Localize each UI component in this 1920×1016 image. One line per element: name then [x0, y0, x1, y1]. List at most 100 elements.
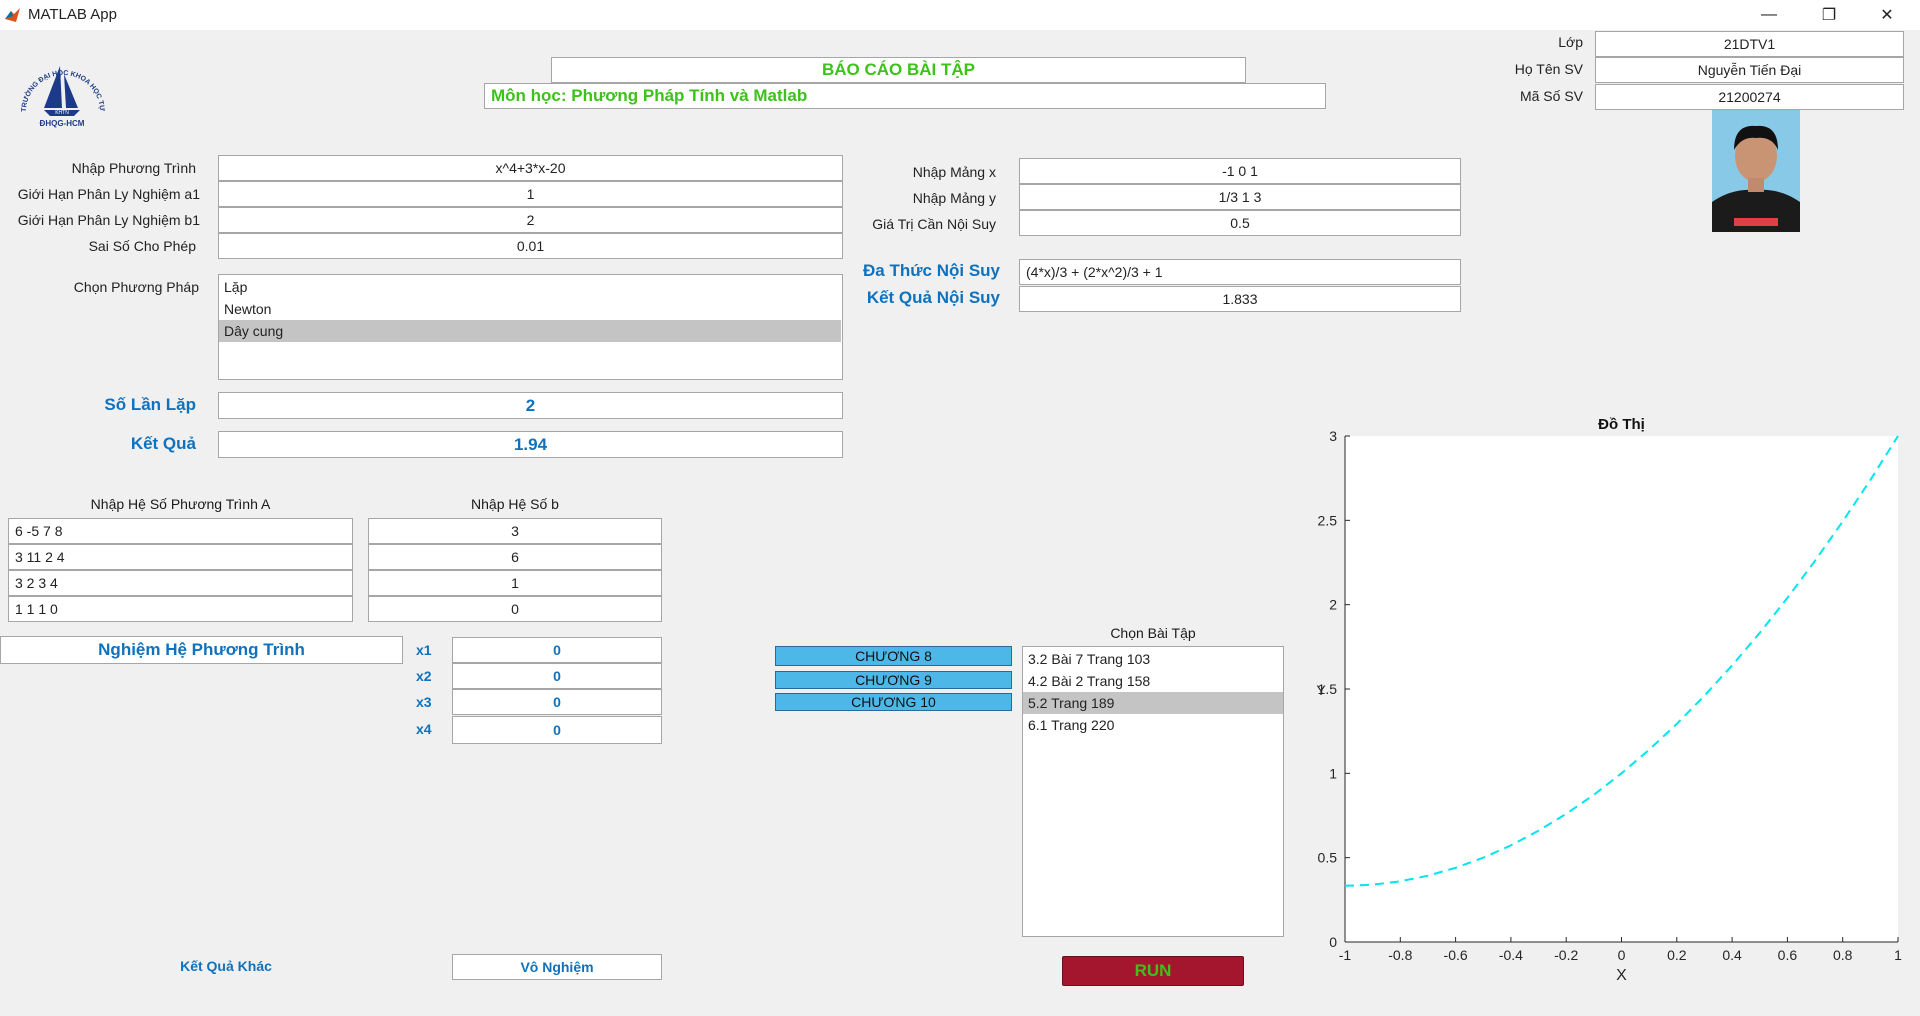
x-axis-label: X — [1616, 967, 1627, 984]
chapter-8-button[interactable]: CHƯƠNG 8 — [775, 646, 1012, 666]
equation-label: Nhập Phương Trình — [71, 160, 196, 176]
minimize-button[interactable]: — — [1746, 0, 1792, 30]
x-tick-label: 0.6 — [1778, 947, 1798, 963]
polynomial-field: (4*x)/3 + (2*x^2)/3 + 1 — [1019, 259, 1461, 285]
x-tick-label: -0.6 — [1444, 947, 1468, 963]
plot-chart: -1 -0.8 -0.6 -0.4 -0.2 0 0.2 0.4 0.6 0.8 100.511.5… — [1316, 416, 1902, 984]
other-result-label: Kết Quả Khác — [180, 958, 272, 974]
student-id-label: Mã Số SV — [1519, 88, 1583, 104]
vector-b-header: Nhập Hệ Số b — [471, 496, 559, 512]
solution-value-x3: 0 — [452, 689, 662, 715]
tolerance-label: Sai Số Cho Phép — [88, 238, 196, 254]
vector-b-row[interactable]: 0 — [368, 596, 662, 622]
solution-label-x3: x3 — [416, 694, 432, 710]
solution-value-x1: 0 — [452, 637, 662, 663]
vector-b-row[interactable]: 1 — [368, 570, 662, 596]
x-tick-label: 0.2 — [1667, 947, 1687, 963]
chapter-9-button[interactable]: CHƯƠNG 9 — [775, 671, 1012, 689]
matrix-a-header: Nhập Hệ Số Phương Trình A — [90, 496, 271, 512]
x-tick-label: -0.2 — [1554, 947, 1578, 963]
y-tick-label: 0.5 — [1318, 850, 1338, 866]
exercise-option[interactable]: 6.1 Trang 220 — [1023, 714, 1283, 736]
vector-b-row[interactable]: 3 — [368, 518, 662, 544]
bound-a1-input[interactable]: 1 — [218, 181, 843, 207]
vector-b-row[interactable]: 6 — [368, 544, 662, 570]
student-photo-image — [1712, 110, 1800, 232]
method-option-selected[interactable]: Dây cung — [219, 320, 841, 342]
y-tick-label: 3 — [1329, 428, 1337, 444]
minimize-icon: — — [1761, 6, 1777, 23]
subject-title: Môn học: Phương Pháp Tính và Matlab — [484, 83, 1326, 109]
x-tick-label: 0.4 — [1722, 947, 1742, 963]
matrix-a-row[interactable]: 3 2 3 4 — [8, 570, 353, 596]
close-icon: ✕ — [1880, 7, 1894, 24]
class-field[interactable]: 21DTV1 — [1595, 31, 1904, 57]
y-axis-label: Y — [1316, 682, 1326, 698]
window-title: MATLAB App — [28, 6, 117, 23]
array-y-input[interactable]: 1/3 1 3 — [1019, 184, 1461, 210]
close-button[interactable]: ✕ — [1864, 0, 1910, 30]
exercise-option[interactable]: 3.2 Bài 7 Trang 103 — [1023, 648, 1283, 670]
exercise-option-selected[interactable]: 5.2 Trang 189 — [1023, 692, 1283, 714]
solution-label-x1: x1 — [416, 642, 432, 658]
interp-value-label: Giá Trị Cần Nội Suy — [872, 216, 996, 232]
method-label: Chọn Phương Pháp — [73, 279, 199, 295]
window-titlebar: MATLAB App — ❐ ✕ — [0, 0, 1920, 30]
university-logo-icon: TRƯỜNG ĐẠI HỌC KHOA HỌC TỰ NHIÊN KHTN ĐH… — [11, 39, 105, 128]
solution-title: Nghiệm Hệ Phương Trình — [0, 636, 403, 664]
name-label: Họ Tên SV — [1514, 61, 1583, 77]
exercise-listbox[interactable]: 3.2 Bài 7 Trang 103 4.2 Bài 2 Trang 158 … — [1022, 646, 1284, 937]
class-label: Lớp — [1558, 34, 1583, 50]
y-tick-label: 1 — [1329, 765, 1337, 781]
iterations-label: Số Lần Lặp — [104, 395, 196, 414]
x-tick-label: 0.8 — [1833, 947, 1853, 963]
logo-sub: ĐHQG-HCM — [40, 119, 85, 128]
matrix-a-row[interactable]: 1 1 1 0 — [8, 596, 353, 622]
restore-icon: ❐ — [1821, 7, 1837, 24]
interp-value-input[interactable]: 0.5 — [1019, 210, 1461, 236]
bound-a1-label: Giới Hạn Phân Ly Nghiệm a1 — [17, 186, 200, 202]
method-listbox[interactable]: Lặp Newton Dây cung — [218, 274, 843, 380]
plot-area — [1345, 436, 1898, 942]
restore-button[interactable]: ❐ — [1806, 0, 1852, 30]
solution-value-x4: 0 — [452, 716, 662, 744]
result-field: 1.94 — [218, 431, 843, 458]
array-y-label: Nhập Mảng y — [912, 190, 996, 206]
array-x-label: Nhập Mảng x — [912, 164, 996, 180]
y-tick-label: 0 — [1329, 934, 1337, 950]
bound-b1-input[interactable]: 2 — [218, 207, 843, 233]
run-button[interactable]: RUN — [1062, 956, 1244, 986]
university-logo: TRƯỜNG ĐẠI HỌC KHOA HỌC TỰ NHIÊN KHTN ĐH… — [11, 39, 110, 130]
bound-b1-label: Giới Hạn Phân Ly Nghiệm b1 — [17, 212, 200, 228]
x-tick-label: -1 — [1339, 947, 1352, 963]
equation-input[interactable]: x^4+3*x-20 — [218, 155, 843, 181]
solution-value-x2: 0 — [452, 663, 662, 689]
interp-result-field: 1.833 — [1019, 286, 1461, 312]
student-id-field[interactable]: 21200274 — [1595, 84, 1904, 110]
solution-label-x4: x4 — [416, 721, 432, 737]
method-option[interactable]: Lặp — [219, 276, 842, 298]
exercise-option[interactable]: 4.2 Bài 2 Trang 158 — [1023, 670, 1283, 692]
result-label: Kết Quả — [130, 434, 196, 453]
array-x-input[interactable]: -1 0 1 — [1019, 158, 1461, 184]
student-photo — [1712, 110, 1800, 232]
plot-panel: -1 -0.8 -0.6 -0.4 -0.2 0 0.2 0.4 0.6 0.8 1 0 0.5 1 1.5… — [1290, 408, 1920, 1016]
chart-title: Đồ Thị — [1598, 416, 1645, 433]
chapter-10-button[interactable]: CHƯƠNG 10 — [775, 693, 1012, 711]
y-tick-label: 2.5 — [1318, 512, 1338, 528]
logo-badge: KHTN — [55, 110, 69, 116]
report-title: BÁO CÁO BÀI TẬP — [551, 57, 1246, 83]
tolerance-input[interactable]: 0.01 — [218, 233, 843, 259]
other-result-field: Vô Nghiệm — [452, 954, 662, 980]
exercise-list-label: Chọn Bài Tập — [1110, 625, 1196, 641]
solution-label-x2: x2 — [416, 668, 432, 684]
name-field[interactable]: Nguyễn Tiến Đại — [1595, 57, 1904, 83]
matrix-a-row[interactable]: 6 -5 7 8 — [8, 518, 353, 544]
x-tick-label: -0.4 — [1499, 947, 1523, 963]
matrix-a-row[interactable]: 3 11 2 4 — [8, 544, 353, 570]
iterations-field: 2 — [218, 392, 843, 419]
matlab-app-icon — [5, 8, 20, 22]
x-tick-label: -0.8 — [1388, 947, 1412, 963]
method-option[interactable]: Newton — [219, 298, 842, 320]
polynomial-label: Đa Thức Nội Suy — [863, 261, 1000, 280]
